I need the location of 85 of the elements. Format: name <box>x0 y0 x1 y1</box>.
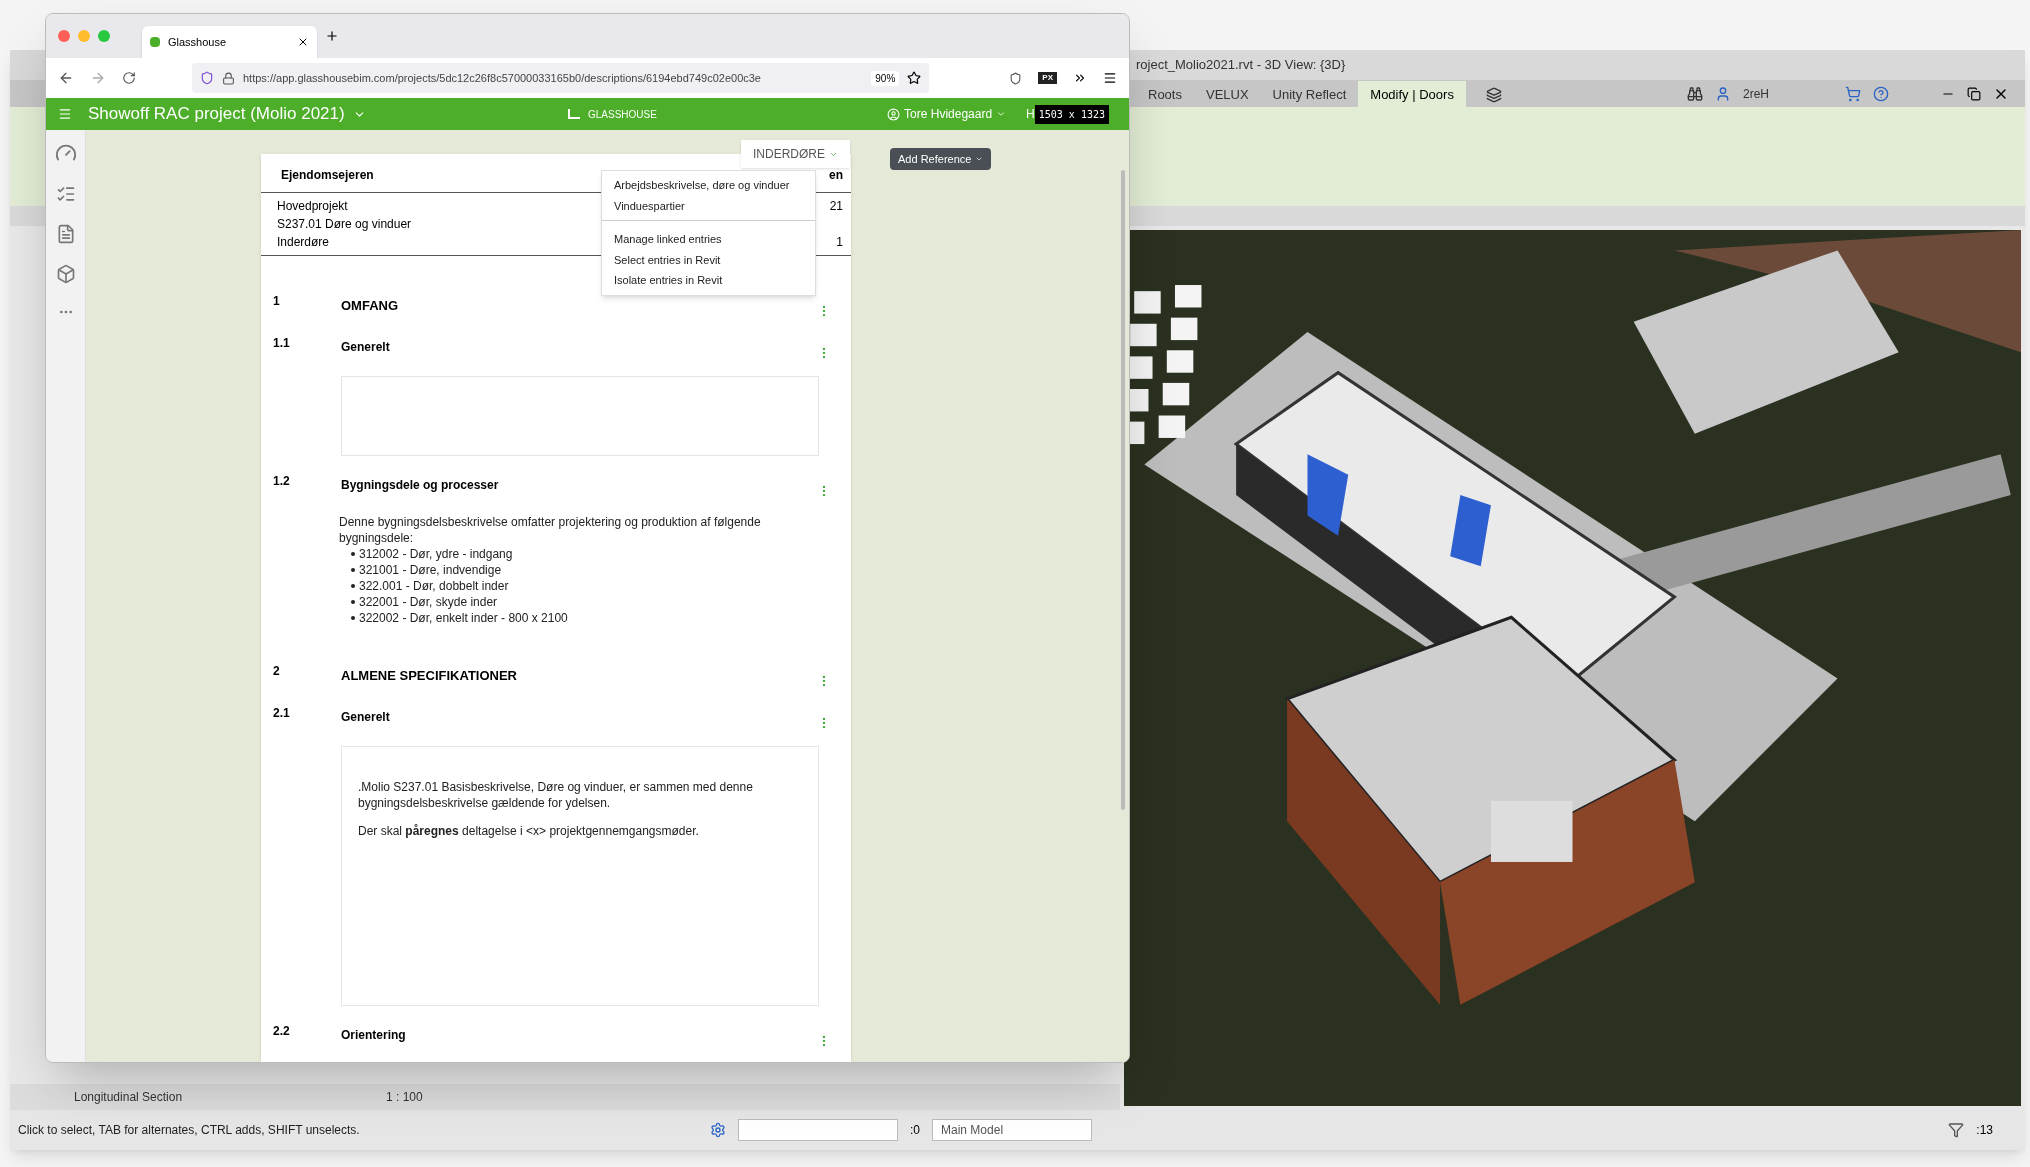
window-title: roject_Molio2021.rvt - 3D View: {3D} <box>1136 56 1346 75</box>
help-icon[interactable] <box>1873 86 1889 103</box>
close-tab-icon[interactable] <box>297 36 309 48</box>
paragraph-text: Denne bygningsdelsbeskrivelse omfatter projektering og produktion af følgende bygningsdele: <box>339 514 762 546</box>
view-name: Longitudinal Section <box>74 1089 184 1107</box>
section-title: ALMENE SPECIFIKATIONER <box>341 667 517 685</box>
new-tab-icon[interactable] <box>325 29 339 43</box>
menu-icon[interactable] <box>1103 71 1117 85</box>
user-icon[interactable] <box>887 107 901 121</box>
ribbon-tab[interactable]: Unity Reflect <box>1260 81 1359 108</box>
filter-dropdown[interactable]: INDERDØRE <box>741 140 850 168</box>
close-window-icon[interactable] <box>58 30 70 42</box>
section-number: 2 <box>272 663 281 680</box>
section-number: 1.2 <box>272 473 291 490</box>
section-title: OMFANG <box>341 297 399 315</box>
menu-item[interactable]: Arbejdsbeskrivelse, døre og vinduer <box>602 175 815 196</box>
shield-icon <box>200 71 214 85</box>
header-line: Inderdøre <box>277 234 330 251</box>
lock-icon <box>222 71 235 85</box>
favicon-icon <box>150 37 160 47</box>
section-number: 2.1 <box>272 705 291 722</box>
bullet-icon <box>351 552 355 556</box>
header-text: H <box>1026 106 1035 123</box>
address-bar[interactable]: https://app.glasshousebim.com/projects/5dc12c26f8c57000033165b0/descriptions/6194ebd749c02e00c3e 90% <box>192 63 930 93</box>
editable-count: :0 <box>910 1122 920 1140</box>
filter-icon[interactable] <box>1948 1122 1965 1139</box>
restore-icon[interactable] <box>1967 87 1981 102</box>
list-item-text: 312002 - Dør, ydre - indgang <box>359 546 513 562</box>
list-icon[interactable] <box>55 184 76 204</box>
paragraph-text: .Molio S237.01 Basisbeskrivelse, Døre og vinduer, er sammen med denne bygningsdelsbeskrivelse gældende for ydelsen. <box>358 779 754 811</box>
user-icon[interactable] <box>1715 86 1731 103</box>
design-option-dropdown[interactable]: Main Model <box>932 1119 1092 1142</box>
extension-button[interactable]: PX <box>1038 72 1057 84</box>
section-title: Generelt <box>341 709 390 726</box>
column-text: 1 <box>836 234 843 251</box>
section-number: 1 <box>272 293 281 310</box>
ribbon-tab[interactable]: Roots <box>1136 81 1194 108</box>
bullet-icon <box>351 616 355 620</box>
menu-item[interactable]: Isolate entries in Revit <box>602 270 815 291</box>
logo-icon <box>568 109 580 119</box>
overflow-icon[interactable] <box>1073 71 1087 85</box>
cart-icon[interactable] <box>1845 86 1861 103</box>
url-text: https://app.glasshousebim.com/projects/5dc12c26f8c57000033165b0/descriptions/6194ebd749c02e00c3e <box>243 70 762 86</box>
list-item-text: 322002 - Dør, enkelt inder - 800 x 2100 <box>359 610 568 626</box>
view-scale: 1 : 100 <box>386 1089 423 1107</box>
add-reference-button[interactable]: Add Reference <box>890 148 992 170</box>
bullet-icon <box>351 584 355 588</box>
status-hint: Click to select, TAB for alternates, CTRL adds, SHIFT unselects. <box>18 1122 361 1140</box>
zoom-level[interactable]: 90% <box>871 70 900 86</box>
filter-count: :13 <box>1976 1122 1994 1140</box>
list-item-text: 321001 - Døre, indvendige <box>359 562 502 578</box>
bullet-icon <box>351 600 355 604</box>
forward-icon[interactable] <box>90 70 106 86</box>
bookmark-star-icon[interactable] <box>907 71 922 85</box>
section-title: Orientering <box>341 1027 406 1044</box>
back-icon[interactable] <box>58 70 74 86</box>
ribbon-tab[interactable]: Modify | Doors <box>1358 81 1466 108</box>
section-title: Generelt <box>341 339 390 356</box>
menu-item[interactable]: Vinduespartier <box>602 195 815 216</box>
header-title: Ejendomsejeren <box>281 167 374 184</box>
reload-icon[interactable] <box>122 71 136 85</box>
user-name[interactable]: 2reH <box>1743 85 1833 104</box>
bullet-icon <box>351 568 355 572</box>
size-overlay: 1503 x 1323 <box>1034 104 1109 124</box>
binoculars-icon[interactable] <box>1687 86 1703 103</box>
section-number: 1.1 <box>272 335 291 352</box>
paragraph-text: Der skal påregnes deltagelse i <x> projektgennemgangsmøder. <box>358 823 700 839</box>
header-line: Hovedprojekt <box>277 198 348 215</box>
list-item-text: 322.001 - Dør, dobbelt inder <box>359 578 509 594</box>
text-editor-box[interactable]: .Molio S237.01 Basisbeskrivelse, Døre og vinduer, er sammen med denne bygningsdelsbeskrivelse gældende for ydelsen. Der skal påregnes deltagelse i <x> projektgennemgangsmøder. <box>341 746 819 1006</box>
ribbon-tab[interactable]: VELUX <box>1193 81 1261 108</box>
menu-item[interactable]: Select entries in Revit <box>602 249 815 270</box>
list-item-text: 322001 - Dør, skyde inder <box>359 594 498 610</box>
cube-icon[interactable] <box>55 264 76 284</box>
column-text: en <box>829 167 843 184</box>
caret-icon <box>975 155 984 163</box>
menu-item[interactable]: Manage linked entries <box>602 229 815 250</box>
browser-tab[interactable]: Glasshouse <box>142 26 317 58</box>
header-line: S237.01 Døre og vinduer <box>277 216 412 233</box>
section-title: Bygningsdele og processer <box>341 477 499 494</box>
tab-title: Glasshouse <box>168 34 228 50</box>
section-number: 2.2 <box>272 1023 291 1040</box>
logo-text: GLASSHOUSE <box>588 107 657 122</box>
caret-icon <box>996 109 1007 119</box>
column-text: 21 <box>829 198 843 215</box>
